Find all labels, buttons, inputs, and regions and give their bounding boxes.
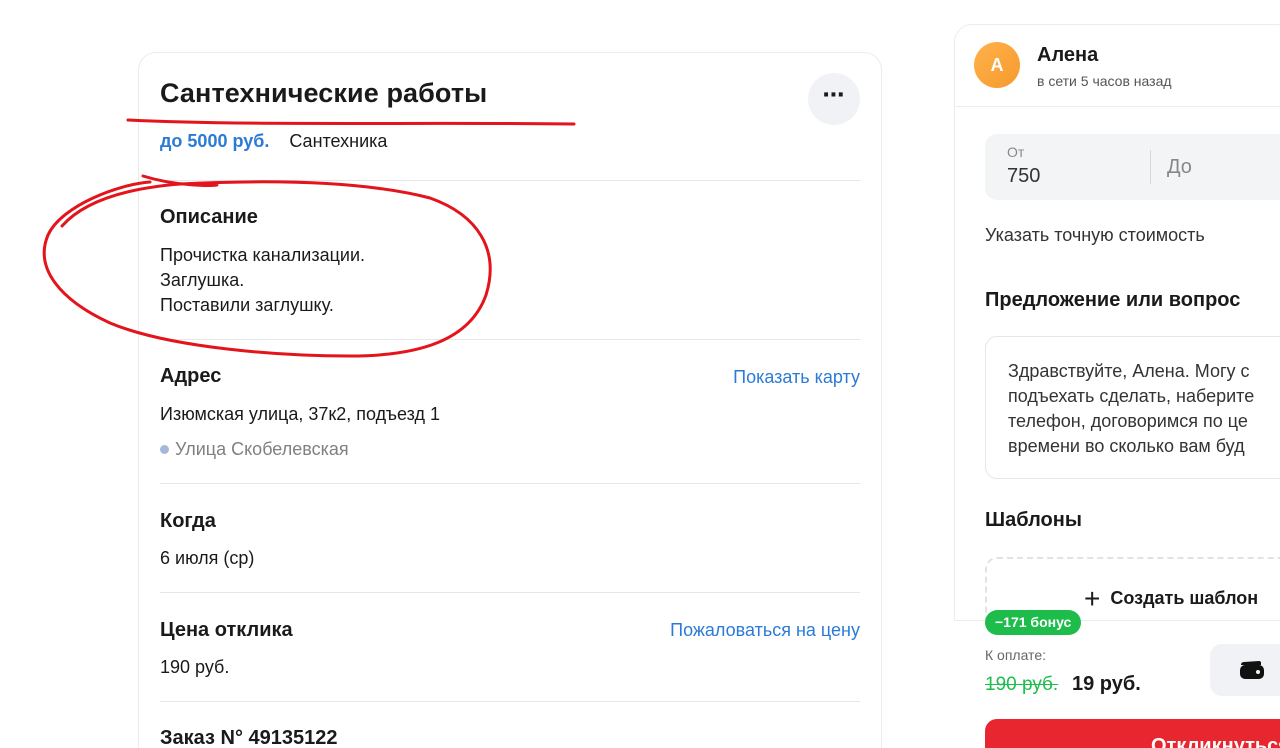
task-meta: до 5000 руб. Сантехника: [160, 131, 387, 152]
metro-name: Улица Скобелевская: [175, 439, 349, 459]
avatar: А: [974, 42, 1020, 88]
divider: [160, 180, 860, 181]
response-price-value: 190 руб.: [160, 657, 230, 677]
plus-icon: +: [1084, 582, 1101, 614]
description-line: Заглушка.: [160, 270, 245, 290]
offer-text: Здравствуйте, Алена. Могу с подъехать сд…: [1008, 361, 1255, 456]
payment-label: К оплате:: [985, 647, 1046, 663]
wallet-button[interactable]: [1210, 644, 1280, 696]
more-menu-button[interactable]: ⋯: [808, 73, 860, 125]
respond-button[interactable]: Откликнуться: [985, 719, 1280, 748]
metro-station: Улица Скобелевская: [160, 439, 349, 460]
price-from-label: От: [1007, 144, 1025, 160]
divider: [1150, 150, 1151, 184]
description-text: Прочистка канализации. Заглушка. Постави…: [160, 243, 365, 318]
address-heading: Адрес: [160, 365, 222, 387]
divider: [954, 106, 1280, 107]
task-card: [138, 52, 882, 748]
task-category[interactable]: Сантехника: [289, 131, 387, 152]
price-range-input: От 750 До: [985, 134, 1280, 200]
show-map-link[interactable]: Показать карту: [733, 367, 860, 388]
new-price: 19 руб.: [1072, 673, 1141, 695]
when-heading: Когда: [160, 510, 216, 532]
templates-heading: Шаблоны: [985, 509, 1082, 531]
offer-heading: Предложение или вопрос: [985, 289, 1241, 311]
exact-price-link[interactable]: Указать точную стоимость: [985, 225, 1205, 246]
bonus-badge: −171 бонус: [985, 610, 1082, 635]
divider: [160, 339, 860, 340]
divider: [160, 483, 860, 484]
description-heading: Описание: [160, 206, 258, 228]
create-template-button[interactable]: + Создать шаблон: [1084, 582, 1259, 614]
response-price-heading: Цена отклика: [160, 619, 293, 641]
description-line: Прочистка канализации.: [160, 245, 365, 265]
old-price: 190 руб.: [985, 674, 1059, 695]
address-value: Изюмская улица, 37к2, подъезд 1: [160, 404, 440, 424]
user-status: в сети 5 часов назад: [1037, 73, 1172, 89]
divider: [160, 592, 860, 593]
divider: [160, 701, 860, 702]
price-from-field[interactable]: 750: [1007, 165, 1040, 188]
complain-price-link[interactable]: Пожаловаться на цену: [670, 620, 860, 641]
wallet-icon: [1240, 661, 1264, 679]
when-value: 6 июля (ср): [160, 548, 255, 568]
description-line: Поставили заглушку.: [160, 295, 334, 315]
offer-textarea[interactable]: Здравствуйте, Алена. Могу с подъехать сд…: [985, 336, 1280, 479]
metro-dot-icon: [160, 445, 169, 454]
task-price: до 5000 руб.: [160, 131, 270, 151]
more-dots-icon: ⋯: [822, 82, 846, 107]
order-number: Заказ N° 49135122: [160, 727, 338, 748]
price-to-field[interactable]: До: [1167, 156, 1192, 179]
create-template-label: Создать шаблон: [1110, 588, 1259, 608]
user-name[interactable]: Алена: [1037, 44, 1098, 67]
page-title: Сантехнические работы: [160, 78, 488, 108]
